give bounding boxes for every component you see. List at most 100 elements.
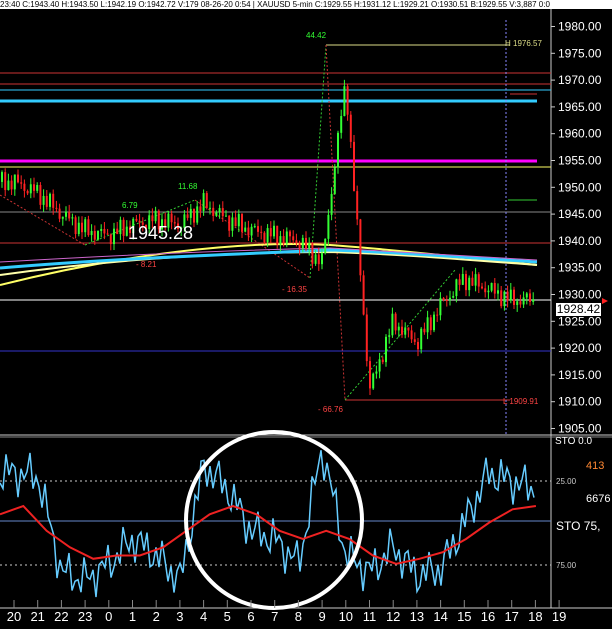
highlight-circle <box>184 430 364 610</box>
candle-body <box>186 214 189 218</box>
candle-body <box>487 290 490 293</box>
osc-label-25: 25.00 <box>556 477 577 486</box>
candle-body <box>77 222 80 234</box>
candle-body <box>532 299 535 302</box>
price-tick-label: 1965.00 <box>558 100 602 114</box>
candle-body <box>407 327 410 331</box>
candle-body <box>122 219 125 236</box>
candle-body <box>93 231 96 240</box>
candle-body <box>228 215 231 231</box>
price-tick-label: 1950.00 <box>558 180 602 194</box>
candle-body <box>7 180 10 191</box>
candle-body <box>221 208 224 217</box>
time-label: 1 <box>129 609 136 624</box>
candle-body <box>260 231 263 233</box>
price-tick-label: 1905.00 <box>558 422 602 436</box>
candle-body <box>522 297 525 305</box>
candle-body <box>74 217 77 234</box>
candle-body <box>97 230 99 240</box>
candle-body <box>215 212 218 216</box>
trend-green-3 <box>344 269 456 401</box>
time-label: 2 <box>153 609 160 624</box>
time-label: 12 <box>386 609 400 624</box>
candle-body <box>391 313 394 336</box>
candle-body <box>349 114 352 142</box>
chart-svg[interactable]: 44.42 H 1976.57 11.68 6.79 - 8.21 - 16.3… <box>0 9 612 625</box>
chart-header-info: 23:40 C:1943.40 H:1943.50 L:1942.19 O:19… <box>0 0 612 9</box>
candle-body <box>340 116 343 133</box>
price-tick-label: 1980.00 <box>558 20 602 34</box>
candle-body <box>193 208 195 223</box>
candle-body <box>52 193 55 208</box>
time-label: 13 <box>410 609 424 624</box>
candle-body <box>263 232 266 243</box>
candle-body <box>484 288 487 293</box>
candle-body <box>362 275 365 315</box>
candle-body <box>257 226 259 232</box>
price-tick-label: 1945.00 <box>558 207 602 221</box>
time-label: 9 <box>318 609 325 624</box>
candle-body <box>327 214 330 239</box>
annotation-peak: 44.42 <box>306 31 327 40</box>
candle-body <box>513 289 515 305</box>
candle-body <box>461 273 464 285</box>
candle-body <box>10 180 13 190</box>
price-tick-label: 1960.00 <box>558 127 602 141</box>
candle-body <box>433 314 435 331</box>
candle-body <box>209 207 211 209</box>
candle-body <box>202 193 205 211</box>
annotation-a2: 6.79 <box>122 201 138 210</box>
price-tick-label: 1955.00 <box>558 154 602 168</box>
candle-body <box>244 227 247 232</box>
candle-body <box>42 195 45 205</box>
candle-body <box>49 193 51 207</box>
candle-body <box>525 293 528 298</box>
candle-body <box>465 273 467 291</box>
current-price-arrow <box>602 298 608 304</box>
osc-value-6676: 6676 <box>586 493 610 505</box>
osc-sto-label: STO 75, <box>556 519 600 533</box>
price-tick-label: 1940.00 <box>558 234 602 248</box>
candle-body <box>103 228 106 234</box>
candle-body <box>90 231 93 236</box>
candle-body <box>266 228 269 243</box>
crosshair-price-label: 1945.28 <box>128 223 194 243</box>
annotation-a4: - 16.35 <box>282 285 307 294</box>
candle-body <box>279 236 282 245</box>
candle-body <box>292 236 295 241</box>
oscillator-lines <box>0 450 537 598</box>
price-tick-label: 1935.00 <box>558 261 602 275</box>
candle-body <box>61 216 64 219</box>
osc-top-label: STO 0.0 <box>555 436 592 447</box>
candle-body <box>26 190 29 194</box>
time-label: 20 <box>7 609 21 624</box>
time-label: 15 <box>457 609 471 624</box>
osc-fast-line <box>0 450 535 598</box>
candle-body <box>493 282 496 294</box>
time-label: 16 <box>481 609 495 624</box>
price-tick-label: 1925.00 <box>558 314 602 328</box>
candle-body <box>36 185 39 191</box>
candle-body <box>385 336 387 363</box>
time-label: 23 <box>78 609 92 624</box>
candle-body <box>429 317 432 331</box>
candle-body <box>420 328 423 350</box>
candle-body <box>218 208 221 213</box>
chart-area[interactable]: 44.42 H 1976.57 11.68 6.79 - 8.21 - 16.3… <box>0 9 612 625</box>
candle-body <box>65 211 67 217</box>
candle-body <box>45 195 48 207</box>
candle-body <box>506 291 509 301</box>
time-label: 19 <box>552 609 566 624</box>
time-label: 0 <box>105 609 112 624</box>
price-tick-label: 1920.00 <box>558 341 602 355</box>
time-label: 7 <box>271 609 278 624</box>
candle-body <box>509 289 512 301</box>
osc-value-413: 413 <box>586 460 604 472</box>
candle-body <box>481 286 483 289</box>
candle-body <box>113 228 115 245</box>
candle-body <box>1 172 3 182</box>
candle-body <box>394 313 397 331</box>
candle-body <box>369 361 371 389</box>
candle-body <box>381 359 384 363</box>
time-label: 3 <box>176 609 183 624</box>
